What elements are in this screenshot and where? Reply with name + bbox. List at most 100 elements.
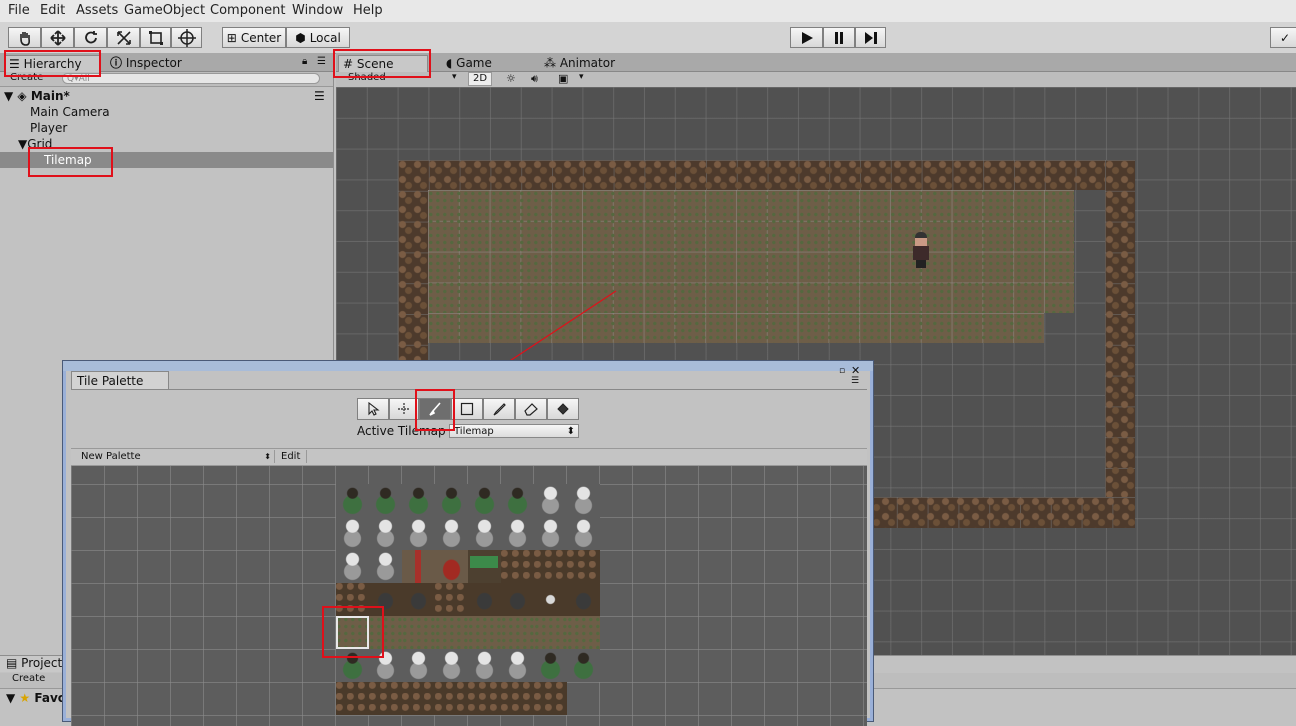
- palette-tile-rock[interactable]: [567, 583, 600, 616]
- expand-arrow-icon: ▼: [18, 137, 28, 151]
- palette-tile-skeleton[interactable]: [468, 649, 501, 682]
- palette-tile-skeleton[interactable]: [402, 649, 435, 682]
- palette-tile-skeleton[interactable]: [534, 484, 567, 517]
- scale-tool-button[interactable]: [107, 27, 140, 48]
- palette-tile-zombie-green[interactable]: [402, 484, 435, 517]
- palette-tile-skeleton[interactable]: [435, 517, 468, 550]
- box-fill-tool-button[interactable]: [451, 398, 483, 420]
- maximize-icon[interactable]: ▫: [839, 366, 845, 376]
- palette-tile-floor[interactable]: [402, 616, 435, 649]
- palette-tile-floor[interactable]: [501, 616, 534, 649]
- info-icon: ⓘ: [110, 56, 123, 70]
- palette-grid[interactable]: [71, 466, 867, 726]
- rect-tool-button[interactable]: [140, 27, 171, 48]
- palette-tile-floor[interactable]: [534, 616, 567, 649]
- window-menu-icon[interactable]: ☰: [851, 376, 859, 386]
- tab-inspector[interactable]: ⓘ Inspector: [106, 55, 196, 72]
- pivot-icon: ⊞: [226, 30, 237, 45]
- edit-palette-button[interactable]: Edit: [277, 450, 307, 463]
- palette-tile-zombie-green[interactable]: [336, 484, 369, 517]
- favorites-row[interactable]: ▼ ★ Favo: [6, 691, 66, 705]
- palette-tile-floor[interactable]: [468, 616, 501, 649]
- palette-tile-skeleton[interactable]: [567, 484, 600, 517]
- palette-tile-floor[interactable]: [435, 616, 468, 649]
- space-local-button[interactable]: ⬢ Local: [286, 27, 350, 48]
- palette-tile-rock[interactable]: [501, 583, 534, 616]
- menu-file[interactable]: File: [8, 3, 30, 18]
- palette-tile-wall[interactable]: [402, 682, 435, 715]
- tab-project[interactable]: ▤ Project: [0, 656, 71, 672]
- palette-tile-skeleton[interactable]: [534, 517, 567, 550]
- pause-button[interactable]: [823, 27, 855, 48]
- palette-dropdown[interactable]: New Palette ⬍: [75, 450, 275, 463]
- palette-tile-meat[interactable]: [435, 550, 468, 583]
- palette-tile-skeleton[interactable]: [501, 517, 534, 550]
- palette-tile-skeleton[interactable]: [402, 517, 435, 550]
- palette-tile-zombie-green[interactable]: [468, 484, 501, 517]
- transform-tool-button[interactable]: [171, 27, 202, 48]
- hierarchy-item-main-camera[interactable]: Main Camera: [0, 104, 333, 120]
- palette-tile-bottle[interactable]: [402, 550, 435, 583]
- palette-tile-wall[interactable]: [534, 682, 567, 715]
- menu-gameobject[interactable]: GameObject: [124, 3, 205, 18]
- palette-tile-wall[interactable]: [501, 550, 534, 583]
- palette-tile-zombie-green[interactable]: [369, 484, 402, 517]
- palette-tile-skeleton[interactable]: [435, 649, 468, 682]
- palette-tile-rock[interactable]: [402, 583, 435, 616]
- scene-row[interactable]: ▼ ◈ Main* ☰: [0, 88, 333, 104]
- palette-tile-wall[interactable]: [501, 682, 534, 715]
- expand-arrow-icon: ▼: [6, 691, 16, 705]
- palette-tile-skeleton[interactable]: [336, 550, 369, 583]
- tab-tile-palette[interactable]: Tile Palette: [71, 371, 169, 389]
- menu-help[interactable]: Help: [353, 3, 383, 18]
- palette-tile-skeleton[interactable]: [369, 517, 402, 550]
- palette-tile-wall[interactable]: [534, 550, 567, 583]
- palette-tile-wall[interactable]: [567, 550, 600, 583]
- hierarchy-item-player[interactable]: Player: [0, 120, 333, 136]
- hand-icon: [19, 31, 30, 46]
- palette-tile-zombie-green[interactable]: [534, 649, 567, 682]
- menu-edit[interactable]: Edit: [40, 3, 65, 18]
- palette-tile-zombie-green[interactable]: [435, 484, 468, 517]
- palette-tile-wall[interactable]: [435, 583, 468, 616]
- window-titlebar[interactable]: [63, 361, 873, 371]
- palette-tile-rock[interactable]: [468, 583, 501, 616]
- palette-tile-floor[interactable]: [567, 616, 600, 649]
- palette-tile-skeleton[interactable]: [567, 517, 600, 550]
- palette-tile-exit-sign[interactable]: [468, 550, 501, 583]
- palette-tile-wall[interactable]: [435, 682, 468, 715]
- rotate-tool-button[interactable]: [74, 27, 107, 48]
- palette-tile-zombie-green[interactable]: [567, 649, 600, 682]
- menu-component[interactable]: Component: [210, 3, 285, 18]
- move-tool-button[interactable]: [41, 27, 74, 48]
- menu-window[interactable]: Window: [292, 3, 343, 18]
- palette-tile-wall[interactable]: [468, 682, 501, 715]
- panel-menu-icon[interactable]: ☰: [317, 56, 326, 67]
- collab-button[interactable]: ✓: [1270, 27, 1296, 48]
- project-create-dropdown[interactable]: Create: [12, 673, 45, 684]
- step-button[interactable]: [855, 27, 886, 48]
- box-fill-icon: [460, 402, 474, 416]
- select-icon: [368, 402, 380, 416]
- play-button[interactable]: [790, 27, 823, 48]
- palette-tile-wall[interactable]: [336, 682, 369, 715]
- palette-tile-wall[interactable]: [369, 682, 402, 715]
- picker-tool-button[interactable]: [483, 398, 515, 420]
- palette-tile-skeleton[interactable]: [468, 517, 501, 550]
- palette-tile-zombie-green[interactable]: [501, 484, 534, 517]
- scene-menu-icon[interactable]: ☰: [314, 88, 325, 104]
- palette-tile-skull[interactable]: [534, 583, 567, 616]
- lock-icon[interactable]: 🔒︎: [302, 56, 307, 67]
- palette-tile-skeleton[interactable]: [501, 649, 534, 682]
- eraser-tool-button[interactable]: [515, 398, 547, 420]
- select-tool-button[interactable]: [357, 398, 389, 420]
- rect-icon: [148, 30, 163, 45]
- palette-tile-skeleton[interactable]: [336, 517, 369, 550]
- active-tilemap-dropdown[interactable]: Tilemap ⬍: [449, 424, 579, 438]
- palette-tile-skeleton[interactable]: [369, 550, 402, 583]
- unity-icon: ◈: [17, 89, 27, 103]
- hand-tool-button[interactable]: [8, 27, 41, 48]
- pivot-center-button[interactable]: ⊞ Center: [222, 27, 286, 48]
- menu-assets[interactable]: Assets: [76, 3, 118, 18]
- fill-tool-button[interactable]: [547, 398, 579, 420]
